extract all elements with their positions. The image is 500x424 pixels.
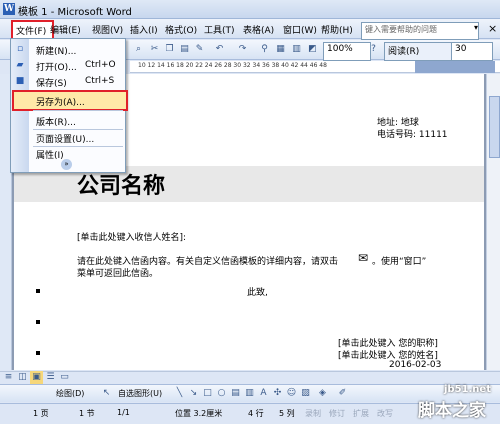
cut-icon[interactable]: ✂ <box>148 43 161 56</box>
menu-window[interactable]: 窗口(W) <box>283 23 317 36</box>
body-line-2[interactable]: 菜单可返回此信函。 <box>77 266 158 279</box>
status-track-changes[interactable]: 修订 <box>329 408 345 419</box>
status-page: 1 页 <box>33 409 49 418</box>
vertical-textbox-icon[interactable]: ▥ <box>243 387 256 400</box>
status-overtype[interactable]: 改写 <box>377 408 393 419</box>
window-title: 模板 1 - Microsoft Word <box>18 7 132 18</box>
select-objects-icon[interactable]: ↖ <box>100 387 113 400</box>
menu-item-label: 属性(I) <box>36 151 64 161</box>
menu-item-save[interactable]: ■ 保存(S) Ctrl+S <box>11 73 125 89</box>
wordart-icon[interactable]: A <box>257 387 270 400</box>
menu-table[interactable]: 表格(A) <box>243 23 274 36</box>
status-column: 5 列 <box>279 409 295 418</box>
menu-item-label: 另存为(A)... <box>36 98 85 108</box>
save-disk-icon: ■ <box>15 76 25 86</box>
closing-text[interactable]: 此致, <box>247 285 268 298</box>
menu-separator <box>33 110 123 111</box>
menu-item-label: 打开(O)... <box>36 63 77 73</box>
menu-item-open[interactable]: ▰ 打开(O)... Ctrl+O <box>11 57 125 73</box>
envelope-icon[interactable]: ✉ <box>358 251 368 265</box>
normal-view-icon[interactable]: ≡ <box>2 371 15 384</box>
oval-icon[interactable]: ○ <box>215 387 228 400</box>
horizontal-ruler[interactable]: 10 12 14 16 18 20 22 24 26 28 30 32 34 3… <box>130 61 500 73</box>
ruler-margin <box>415 61 495 73</box>
undo-icon[interactable]: ↶ <box>213 43 226 56</box>
watermark-brand: 脚本之家 <box>418 401 486 421</box>
menu-item-label: 版本(R)... <box>36 118 76 128</box>
status-line: 4 行 <box>248 409 264 418</box>
menu-view[interactable]: 视图(V) <box>92 23 123 36</box>
menu-item-shortcut: Ctrl+S <box>85 76 115 86</box>
format-painter-icon[interactable]: ✎ <box>193 43 206 56</box>
clipart-icon[interactable]: ☺ <box>285 387 298 400</box>
status-position: 位置 3.2厘米 <box>175 409 223 418</box>
paragraph-mark <box>36 320 40 324</box>
help-dropdown-icon[interactable]: ▾ <box>474 23 478 32</box>
new-document-icon: ▫ <box>16 44 24 54</box>
diagram-icon[interactable]: ✣ <box>271 387 284 400</box>
body-line-1-tail[interactable]: 。使用“窗口” <box>372 254 426 267</box>
status-section: 1 节 <box>79 409 95 418</box>
menu-tools[interactable]: 工具(T) <box>204 23 235 36</box>
status-page-of: 1/1 <box>117 408 130 417</box>
close-document-icon[interactable]: × <box>488 22 497 35</box>
menu-item-label: 页面设置(U)... <box>36 135 95 145</box>
status-record[interactable]: 录制 <box>305 408 321 419</box>
date-text[interactable]: 2016-02-03 <box>389 360 441 370</box>
ruler-numbers: 10 12 14 16 18 20 22 24 26 28 30 32 34 3… <box>138 62 327 69</box>
recipient-field[interactable]: [单击此处键入收信人姓名]: <box>77 230 186 243</box>
arrow-icon[interactable]: ↘ <box>187 387 200 400</box>
table-icon[interactable]: ▦ <box>274 43 287 56</box>
open-folder-icon: ▰ <box>16 60 24 70</box>
help-search-input[interactable]: 键入需要帮助的问题 <box>361 22 479 40</box>
menu-item-new[interactable]: ▫ 新建(N)... <box>11 41 125 57</box>
copy-icon[interactable]: ❐ <box>163 43 176 56</box>
menu-item-shortcut: Ctrl+O <box>85 60 116 70</box>
paragraph-mark <box>36 289 40 293</box>
rectangle-icon[interactable]: □ <box>201 387 214 400</box>
expand-menu-icon[interactable]: » <box>61 159 72 170</box>
help-icon[interactable]: ? <box>367 43 380 56</box>
hyperlink-icon[interactable]: ⚲ <box>258 43 271 56</box>
paste-icon[interactable]: ▤ <box>178 43 191 56</box>
menu-insert[interactable]: 插入(I) <box>130 23 158 36</box>
redo-icon[interactable]: ↷ <box>236 43 249 56</box>
phone-text[interactable]: 电话号码: 11111 <box>377 127 448 140</box>
menu-help[interactable]: 帮助(H) <box>321 23 353 36</box>
menu-bar: 文件(F) 编辑(E) 视图(V) 插入(I) 格式(O) 工具(T) 表格(A… <box>0 19 500 43</box>
reading-view-icon[interactable]: ▭ <box>58 371 71 384</box>
status-extend[interactable]: 扩展 <box>353 408 369 419</box>
outline-view-icon[interactable]: ☰ <box>44 371 57 384</box>
line-icon[interactable]: ╲ <box>173 387 186 400</box>
scroll-thumb[interactable] <box>489 96 500 158</box>
menu-edit[interactable]: 编辑(E) <box>50 23 81 36</box>
print-view-icon[interactable]: ▣ <box>30 371 43 384</box>
menu-item-save-as[interactable]: 另存为(A)... <box>12 90 128 111</box>
draw-menu-button[interactable]: 绘图(D) <box>56 388 84 399</box>
zoom-select[interactable]: 100% <box>323 42 371 61</box>
paragraph-mark <box>36 351 40 355</box>
read-mode-button[interactable]: 阅读(R) <box>384 42 456 61</box>
font-size-select[interactable]: 30 <box>451 42 493 61</box>
menu-item-versions[interactable]: 版本(R)... <box>11 112 125 128</box>
view-buttons-bar: ≡ ◫ ▣ ☰ ▭ <box>0 371 500 384</box>
word-app-icon: W <box>3 3 15 15</box>
menu-format[interactable]: 格式(O) <box>165 23 197 36</box>
autoshapes-button[interactable]: 自选图形(U) <box>118 388 162 399</box>
textbox-icon[interactable]: ▤ <box>229 387 242 400</box>
drawing-icon[interactable]: ◩ <box>306 43 319 56</box>
columns-icon[interactable]: ▥ <box>290 43 303 56</box>
picture-icon[interactable]: ▨ <box>299 387 312 400</box>
web-view-icon[interactable]: ◫ <box>16 371 29 384</box>
watermark-site: jb51.net <box>444 384 491 395</box>
fill-color-icon[interactable]: ◈ <box>316 387 329 400</box>
file-menu-dropdown: ▫ 新建(N)... ▰ 打开(O)... Ctrl+O ■ 保存(S) Ctr… <box>10 38 128 173</box>
menu-item-label: 保存(S) <box>36 79 67 89</box>
vertical-scrollbar[interactable] <box>486 74 500 370</box>
menu-item-label: 新建(N)... <box>36 47 77 57</box>
research-icon[interactable]: ⌕ <box>132 43 145 56</box>
line-color-icon[interactable]: ✐ <box>336 387 349 400</box>
menu-item-page-setup[interactable]: 页面设置(U)... <box>11 129 125 145</box>
title-bar: W 模板 1 - Microsoft Word <box>0 0 500 19</box>
